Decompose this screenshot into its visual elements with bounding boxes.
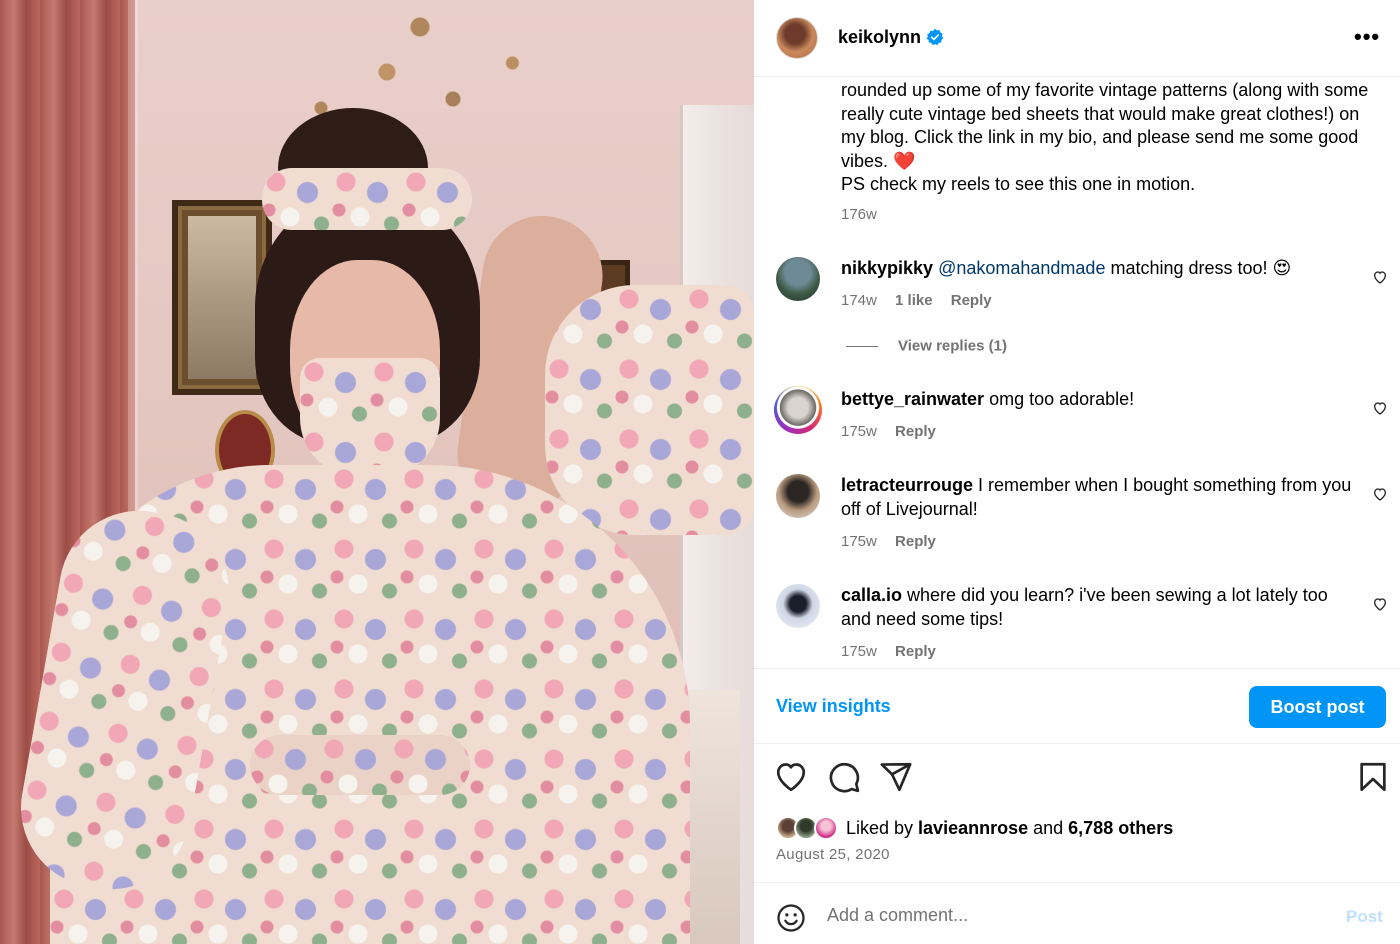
comment-time[interactable]: 174w [841, 292, 877, 309]
face-mask [300, 358, 440, 478]
view-insights-link[interactable]: View insights [776, 696, 891, 717]
comment-meta: 175w Reply [841, 533, 950, 550]
comment-time[interactable]: 175w [841, 643, 877, 660]
comment-time[interactable]: 175w [841, 533, 877, 550]
reply-button[interactable]: Reply [895, 643, 936, 660]
post-caption: rounded up some of my favorite vintage p… [841, 80, 1369, 194]
post-date[interactable]: August 25, 2020 [776, 846, 890, 863]
comment-time[interactable]: 175w [841, 423, 877, 440]
more-options-icon[interactable]: ••• [1354, 22, 1380, 52]
share-icon[interactable] [879, 760, 913, 794]
reply-button[interactable]: Reply [951, 292, 992, 309]
comment-meta: 175w Reply [841, 643, 950, 660]
verified-badge-icon [926, 28, 944, 45]
comment-icon[interactable] [827, 760, 861, 794]
reply-button[interactable]: Reply [895, 533, 936, 550]
comment-like-icon[interactable] [1372, 486, 1388, 502]
avatar[interactable] [776, 257, 820, 301]
post-header: keikolynn ••• [754, 0, 1400, 77]
post-comment-button[interactable]: Post [1346, 907, 1383, 927]
comment-like-icon[interactable] [1372, 269, 1388, 285]
avatar[interactable] [776, 17, 818, 59]
comment-mention[interactable]: @nakomahandmade [938, 258, 1105, 278]
comment-text: matching dress too! 😍 [1105, 258, 1292, 278]
post-photo[interactable] [0, 0, 754, 944]
comment-text: omg too adorable! [984, 389, 1135, 409]
comment-meta: 174w 1 like Reply [841, 292, 1006, 309]
likes-summary: Liked by lavieannrose and 6,788 others [776, 815, 1376, 841]
caption-timestamp[interactable]: 176w [841, 206, 877, 223]
comment-meta: 175w Reply [841, 423, 950, 440]
post-detail-panel: keikolynn ••• rounded up some of my favo… [754, 0, 1400, 944]
avatar[interactable] [776, 584, 820, 628]
save-icon[interactable] [1356, 760, 1390, 794]
view-replies-button[interactable]: View replies (1) [846, 337, 1007, 355]
comment-text: where did you learn? i've been sewing a … [841, 585, 1328, 629]
liker-avatar [814, 816, 838, 840]
avatar[interactable] [774, 386, 822, 434]
heart-icon[interactable] [774, 760, 808, 794]
comment-like-icon[interactable] [1372, 400, 1388, 416]
sleeve-right [545, 285, 754, 535]
dress-sash [250, 735, 470, 795]
comment-username[interactable]: bettye_rainwater [841, 389, 984, 409]
emoji-icon[interactable] [776, 903, 806, 933]
comment-username[interactable]: calla.io [841, 585, 902, 605]
avatar[interactable] [776, 474, 820, 518]
likes-text: Liked by lavieannrose and 6,788 others [846, 818, 1174, 838]
comment-likes[interactable]: 1 like [895, 292, 933, 309]
liker-username[interactable]: lavieannrose [918, 818, 1028, 838]
post-actions [754, 760, 1400, 800]
add-comment-bar: Post [754, 882, 1400, 944]
comment-username[interactable]: nikkypikky [841, 258, 933, 278]
likes-others-link[interactable]: 6,788 others [1068, 818, 1173, 838]
post-username[interactable]: keikolynn [838, 25, 921, 49]
reply-button[interactable]: Reply [895, 423, 936, 440]
insights-bar: View insights Boost post [754, 668, 1400, 744]
boost-post-button[interactable]: Boost post [1249, 686, 1386, 728]
comment-like-icon[interactable] [1372, 596, 1388, 612]
add-comment-input[interactable] [827, 905, 1327, 926]
comment-username[interactable]: letracteurrouge [841, 475, 973, 495]
scrunchie [262, 168, 472, 230]
